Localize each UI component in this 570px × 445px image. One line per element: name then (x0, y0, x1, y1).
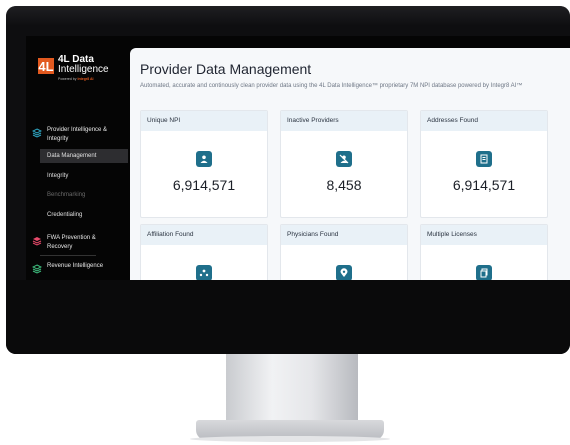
card-value: 8,458 (326, 177, 362, 193)
sidebar-group-label: Revenue Intelligence (47, 263, 104, 269)
monitor-chin (6, 280, 570, 354)
card-title: Inactive Providers (281, 111, 407, 131)
sidebar-group-label: Provider Intelligence & Integrity (47, 127, 108, 142)
brand-name-line2: Intelligence (58, 64, 109, 75)
document-icon (476, 151, 492, 167)
stat-card-affiliation-found[interactable]: Affiliation Found (140, 224, 268, 280)
person-icon (196, 151, 212, 167)
sidebar-group-label: FWA Prevention & Recovery (47, 235, 96, 250)
layers-icon (32, 128, 42, 138)
powered-by-label: Powered by (58, 77, 77, 81)
card-title: Affiliation Found (141, 225, 267, 245)
sidebar-item-benchmarking[interactable]: Benchmarking (40, 188, 128, 202)
stat-card-multiple-licenses[interactable]: Multiple Licenses (420, 224, 548, 280)
page-title: Provider Data Management (140, 61, 312, 77)
card-title: Multiple Licenses (421, 225, 547, 245)
screen: 4L 4L Data Intelligence Powered by Integ… (26, 36, 570, 280)
card-title: Physicians Found (281, 225, 407, 245)
stack-icon (32, 264, 42, 274)
powered-by-brand: Integr8 AI (77, 77, 94, 81)
sidebar: 4L 4L Data Intelligence Powered by Integ… (26, 36, 144, 280)
copy-icon (476, 265, 492, 280)
sidebar-item-credentialing[interactable]: Credentialing (40, 208, 128, 222)
card-value: 6,914,571 (172, 177, 236, 193)
network-icon (196, 265, 212, 280)
card-title: Addresses Found (421, 111, 547, 131)
stand-shadow (190, 436, 390, 442)
person-off-icon (336, 151, 352, 167)
stat-card-inactive-providers[interactable]: Inactive Providers 8,458 (280, 110, 408, 218)
stat-card-unique-npi[interactable]: Unique NPI 6,914,571 (140, 110, 268, 218)
page-description: Automated, accurate and continously clea… (140, 83, 523, 89)
stat-card-physicians-found[interactable]: Physicians Found (280, 224, 408, 280)
main-content: Provider Data Management Automated, accu… (130, 48, 570, 280)
card-title: Unique NPI (141, 111, 267, 131)
sidebar-item-integrity[interactable]: Integrity (40, 169, 128, 183)
monitor-stand (226, 354, 358, 424)
sidebar-group-provider-intelligence[interactable]: Provider Intelligence & Integrity ⌄ (26, 126, 134, 148)
sidebar-item-data-management[interactable]: Data Management (40, 149, 128, 163)
logo-mark: 4L (38, 58, 54, 74)
card-value: 6,914,571 (452, 177, 516, 193)
location-pin-icon (336, 265, 352, 280)
stat-card-addresses-found[interactable]: Addresses Found 6,914,571 (420, 110, 548, 218)
powered-by: Powered by Integr8 AI (58, 77, 93, 81)
monitor-gloss (6, 6, 570, 26)
sidebar-group-revenue[interactable]: Revenue Intelligence ‹ (26, 262, 144, 280)
shield-layers-icon (32, 237, 42, 246)
sidebar-group-fwa[interactable]: FWA Prevention & Recovery ‹ (26, 234, 144, 254)
sidebar-divider (40, 255, 96, 256)
